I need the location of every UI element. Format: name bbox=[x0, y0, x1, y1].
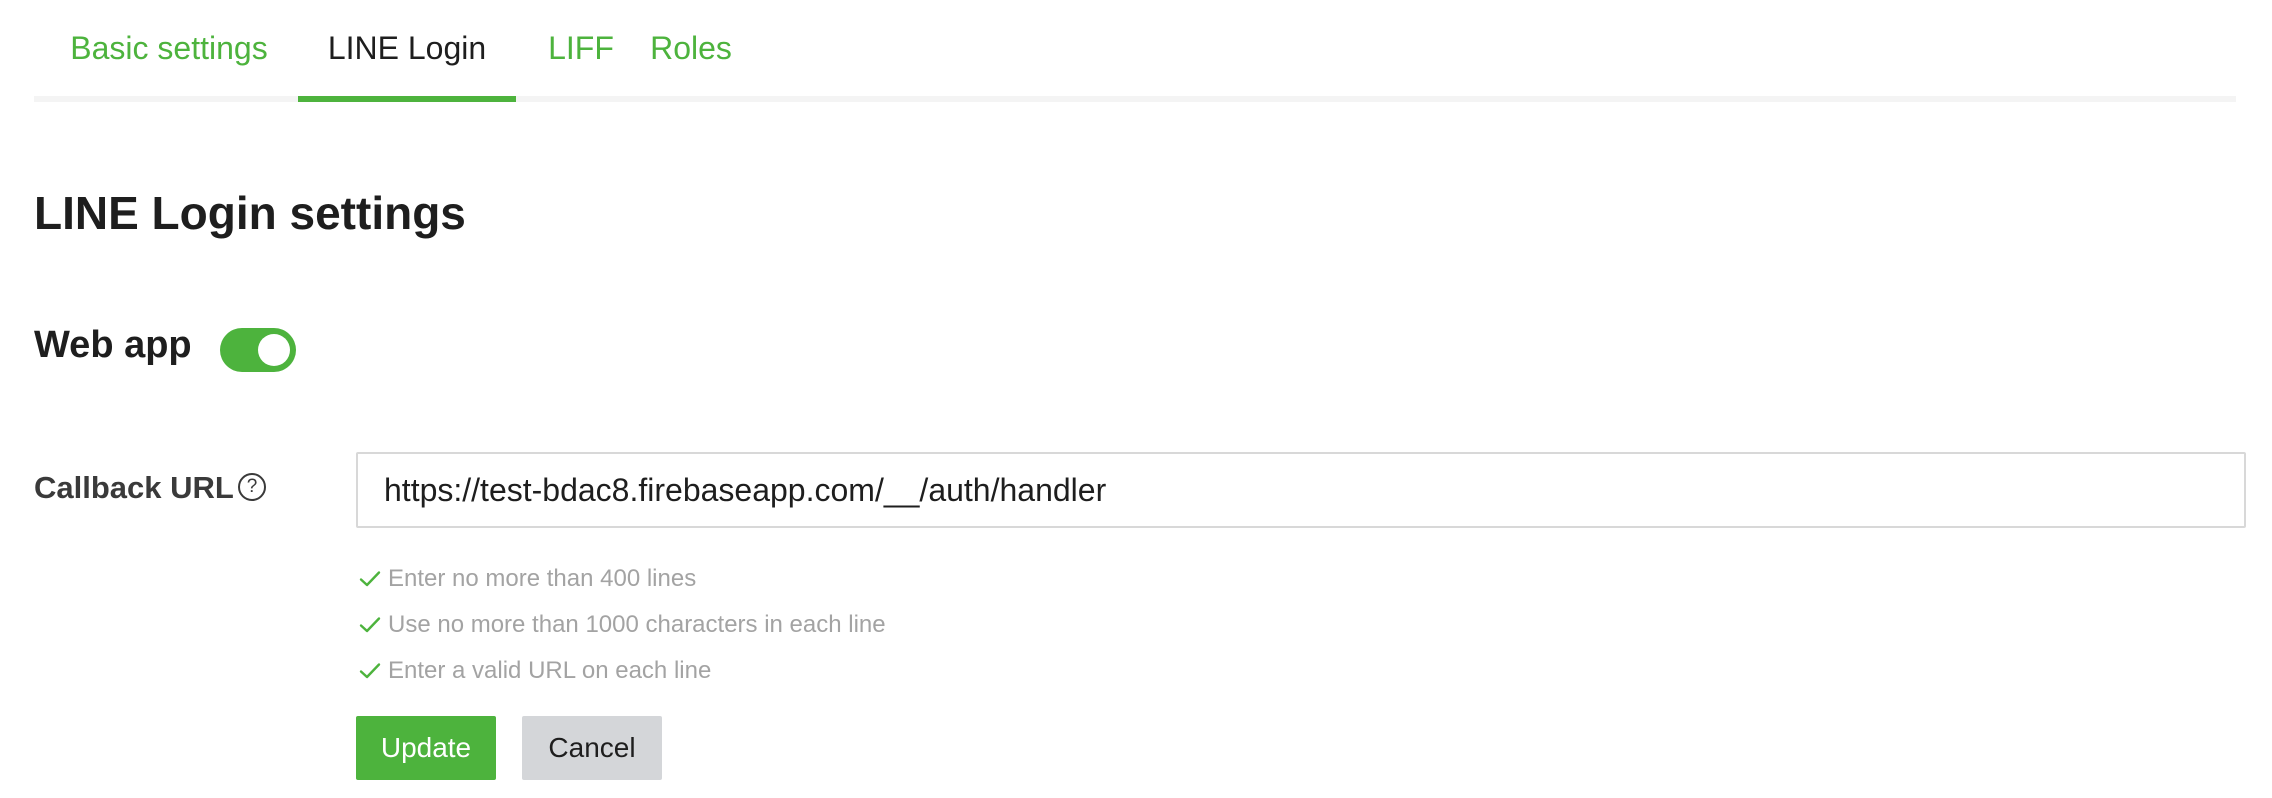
cancel-button[interactable]: Cancel bbox=[522, 716, 662, 780]
validation-rule: Enter a valid URL on each line bbox=[358, 648, 886, 694]
check-icon bbox=[359, 571, 381, 587]
tab-liff[interactable]: LIFF bbox=[546, 0, 616, 96]
check-icon bbox=[359, 663, 381, 679]
validation-rules: Enter no more than 400 lines Use no more… bbox=[358, 556, 886, 694]
tab-line-login[interactable]: LINE Login bbox=[298, 0, 516, 102]
line-login-settings-page: Basic settings LINE Login LIFF Roles LIN… bbox=[0, 0, 2272, 798]
page-title: LINE Login settings bbox=[34, 187, 466, 239]
tab-bar: Basic settings LINE Login LIFF Roles bbox=[34, 0, 2236, 102]
tab-roles[interactable]: Roles bbox=[646, 0, 736, 96]
check-icon bbox=[359, 617, 381, 633]
toggle-knob bbox=[258, 334, 290, 366]
update-button[interactable]: Update bbox=[356, 716, 496, 780]
validation-rule: Use no more than 1000 characters in each… bbox=[358, 602, 886, 648]
callback-url-input[interactable] bbox=[356, 452, 2246, 528]
web-app-toggle[interactable] bbox=[220, 328, 296, 372]
validation-rule-text: Use no more than 1000 characters in each… bbox=[388, 611, 886, 638]
web-app-label: Web app bbox=[34, 324, 192, 366]
validation-rule-text: Enter a valid URL on each line bbox=[388, 657, 712, 684]
validation-rule: Enter no more than 400 lines bbox=[358, 556, 886, 602]
callback-url-label: Callback URL bbox=[34, 470, 234, 505]
question-circle-icon[interactable]: ? bbox=[238, 473, 266, 501]
validation-rule-text: Enter no more than 400 lines bbox=[388, 565, 697, 592]
tab-basic-settings[interactable]: Basic settings bbox=[66, 0, 272, 96]
